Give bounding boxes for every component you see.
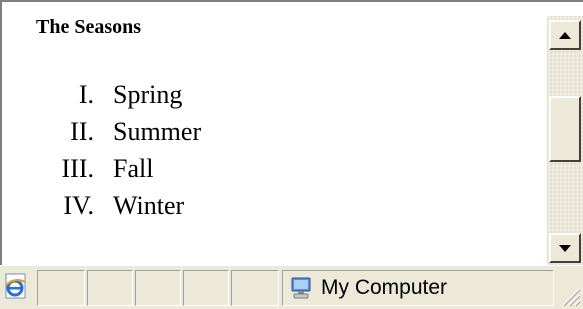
ie-page-icon — [5, 273, 26, 299]
list-numeral: IV. — [63, 191, 94, 220]
status-pane — [37, 270, 85, 306]
scroll-up-button[interactable] — [549, 20, 581, 50]
arrow-up-icon — [559, 31, 571, 39]
list-item-label: Spring — [113, 80, 183, 109]
zone-label: My Computer — [321, 276, 448, 299]
status-pane — [135, 270, 181, 306]
page-title: The Seasons — [36, 16, 142, 38]
security-zone-pane[interactable]: My Computer — [282, 270, 554, 306]
list-item: III. Fall — [2, 154, 302, 191]
list-item-label: Summer — [113, 117, 202, 146]
list-item-label: Fall — [113, 154, 154, 183]
seasons-list: I. Spring II. Summer III. Fall IV. Winte… — [2, 80, 302, 228]
my-computer-icon — [291, 277, 311, 299]
list-item: I. Spring — [2, 80, 302, 117]
list-numeral: II. — [70, 117, 94, 146]
scrollbar-thumb[interactable] — [549, 96, 581, 162]
list-numeral: III. — [61, 154, 94, 183]
status-pane — [183, 270, 229, 306]
list-numeral: I. — [78, 80, 94, 109]
status-pane — [87, 270, 133, 306]
arrow-down-icon — [559, 244, 571, 252]
status-bar: My Computer — [0, 265, 583, 309]
resize-grip-icon[interactable] — [559, 285, 581, 307]
vertical-scrollbar[interactable] — [547, 16, 583, 265]
page-content: The Seasons I. Spring II. Summer III. Fa… — [2, 2, 547, 265]
status-pane — [231, 270, 279, 306]
browser-content-frame: The Seasons I. Spring II. Summer III. Fa… — [0, 0, 583, 265]
list-item-label: Winter — [113, 191, 185, 220]
scroll-down-button[interactable] — [549, 233, 581, 263]
list-item: II. Summer — [2, 117, 302, 154]
list-item: IV. Winter — [2, 191, 302, 228]
